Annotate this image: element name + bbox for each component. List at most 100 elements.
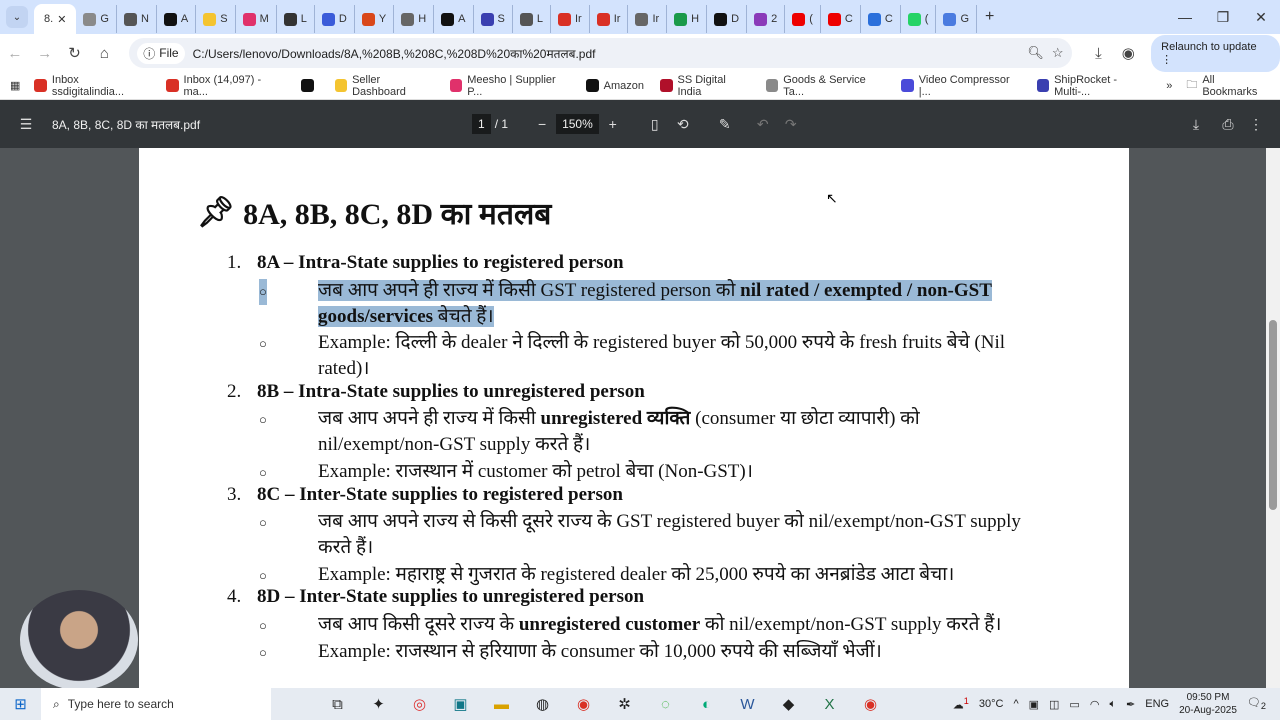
camera-icon[interactable]: ◫	[1049, 698, 1059, 711]
browser-tab[interactable]: G	[76, 5, 117, 33]
download-icon[interactable]: ⤓	[1084, 45, 1114, 62]
maximize-icon[interactable]: ❐	[1204, 9, 1242, 26]
browser-tab[interactable]: H	[667, 5, 708, 33]
close-tab-icon[interactable]: ✕	[57, 13, 66, 26]
copilot-icon[interactable]: ✦	[358, 695, 399, 713]
browser-tab[interactable]: M	[236, 5, 277, 33]
browser-tab[interactable]: D	[315, 5, 355, 33]
taskbar-search[interactable]: ⌕ Type here to search	[41, 688, 271, 720]
bookmark-item[interactable]: Goods & Service Ta...	[765, 74, 886, 98]
edge-icon[interactable]: ◐	[686, 696, 727, 713]
language-indicator[interactable]: ENG	[1145, 698, 1169, 710]
pdf-page: 📌︎ 8A, 8B, 8C, 8D का मतलब 1. 8A – Intra-St…	[139, 148, 1129, 688]
terminal-icon[interactable]: ▣	[440, 695, 481, 713]
browser-tab[interactable]: L	[277, 5, 315, 33]
browser-tab[interactable]: Ir	[551, 5, 590, 33]
browser-tab[interactable]: L	[513, 5, 551, 33]
browser-tab[interactable]: Ir	[590, 5, 629, 33]
all-bookmarks-button[interactable]: 🗀 All Bookmarks	[1186, 74, 1280, 98]
task-view-icon[interactable]: ⧉	[317, 696, 358, 713]
scrollbar-thumb[interactable]	[1269, 320, 1277, 510]
annotate-icon[interactable]: ✎	[711, 116, 739, 133]
profile-avatar[interactable]: ◉	[1113, 44, 1143, 62]
bookmark-item[interactable]	[300, 74, 319, 98]
close-window-icon[interactable]: ✕	[1242, 9, 1280, 26]
clock[interactable]: 09:50 PM 20-Aug-2025	[1179, 691, 1237, 717]
browser-tab[interactable]: H	[394, 5, 435, 33]
browser-tab[interactable]: A	[157, 5, 197, 33]
chrome-icon[interactable]: ◉	[563, 695, 604, 713]
tab-favicon-icon	[943, 12, 957, 26]
app-icon[interactable]: ◌	[645, 696, 686, 713]
volume-icon[interactable]: 🔈︎	[1109, 698, 1116, 711]
app-icon[interactable]: ◎	[399, 695, 440, 713]
excel-icon[interactable]: X	[809, 696, 850, 713]
show-hidden-icons[interactable]: ^	[1013, 698, 1018, 710]
bookmark-star-icon[interactable]: ☆	[1052, 45, 1064, 61]
bookmark-item[interactable]: SS Digital India	[660, 74, 750, 98]
browser-tab[interactable]: S	[196, 5, 236, 33]
bookmark-item[interactable]: Inbox (14,097) - ma...	[166, 74, 285, 98]
weather-temp[interactable]: 30°C	[979, 698, 1004, 710]
zoom-icon[interactable]: 🔍︎	[1027, 45, 1044, 61]
browser-tab[interactable]: Y	[355, 5, 395, 33]
battery-icon[interactable]: ▭	[1069, 698, 1079, 711]
zoom-in-icon[interactable]: +	[599, 116, 627, 132]
site-info-chip[interactable]: ⓘ File	[137, 42, 185, 64]
bookmark-item[interactable]: Inbox ssdigitalindia...	[34, 74, 150, 98]
more-bookmarks-button[interactable]: »	[1166, 80, 1172, 92]
pen-icon[interactable]: ✒	[1126, 698, 1135, 711]
rotate-icon[interactable]: ⟲	[669, 116, 697, 133]
app-icon[interactable]: ◍	[522, 695, 563, 713]
weather-icon[interactable]: ☁1	[953, 696, 969, 712]
chrome-icon[interactable]: ◉	[850, 695, 891, 713]
browser-tab[interactable]: 2	[747, 5, 786, 33]
notifications-icon[interactable]: 🗨2	[1247, 696, 1266, 711]
windows-start-icon[interactable]: ⊞	[0, 695, 41, 713]
browser-tab[interactable]: S	[474, 5, 513, 33]
browser-tab[interactable]: Ir	[628, 5, 668, 33]
browser-tab[interactable]: G	[936, 5, 978, 33]
browser-tab[interactable]: A	[434, 5, 474, 33]
zoom-level-input[interactable]: 150%	[556, 114, 599, 134]
new-tab-button[interactable]: +	[977, 8, 1002, 26]
more-options-icon[interactable]: ⋮	[1242, 116, 1270, 133]
page-number-input[interactable]: 1	[472, 114, 491, 134]
tab-active[interactable]: 8. ✕	[34, 4, 77, 34]
browser-tab[interactable]: D	[707, 5, 748, 33]
home-icon[interactable]: ⌂	[89, 45, 119, 62]
bookmark-item[interactable]: Video Compressor |...	[901, 74, 1020, 98]
browser-tab[interactable]: C	[861, 5, 901, 33]
scrollbar[interactable]	[1266, 148, 1280, 688]
browser-tab[interactable]: (	[901, 5, 937, 33]
menu-icon[interactable]: ☰	[12, 116, 40, 133]
app-icon[interactable]: ✲	[604, 695, 645, 713]
forward-icon[interactable]: →	[30, 45, 60, 62]
file-explorer-icon[interactable]: ▬	[481, 696, 522, 713]
url-text[interactable]: C:/Users/lenovo/Downloads/8A,%208B,%208C…	[193, 45, 1020, 62]
download-pdf-icon[interactable]: ⤓	[1182, 116, 1210, 133]
apps-grid-icon[interactable]: ▦	[10, 79, 20, 92]
browser-tab[interactable]: C	[821, 5, 861, 33]
bookmark-item[interactable]: Amazon	[585, 74, 644, 98]
zoom-out-icon[interactable]: −	[528, 116, 556, 132]
fit-page-icon[interactable]: ▯	[641, 116, 669, 133]
word-icon[interactable]: W	[727, 696, 768, 713]
app-icon[interactable]: ◆	[768, 695, 809, 713]
bookmark-item[interactable]: ShipRocket - Multi-...	[1036, 74, 1153, 98]
relaunch-button[interactable]: Relaunch to update ⋮	[1151, 34, 1280, 72]
undo-icon[interactable]: ↶	[749, 116, 777, 133]
bookmark-item[interactable]: Seller Dashboard	[334, 74, 434, 98]
redo-icon[interactable]: ↷	[777, 116, 805, 133]
print-icon[interactable]: ⎙	[1214, 116, 1242, 133]
meet-icon[interactable]: ▣	[1029, 698, 1039, 711]
back-icon[interactable]: ←	[0, 45, 30, 62]
browser-tab[interactable]: (	[785, 5, 821, 33]
browser-tab[interactable]: N	[117, 5, 157, 33]
wifi-icon[interactable]: ◠	[1090, 698, 1100, 711]
reload-icon[interactable]: ↻	[60, 44, 90, 62]
bookmark-item[interactable]: Meesho | Supplier P...	[449, 74, 570, 98]
address-bar[interactable]: ⓘ File C:/Users/lenovo/Downloads/8A,%208B…	[129, 38, 1072, 68]
tab-search-button[interactable]: ⌄	[6, 6, 28, 28]
minimize-icon[interactable]: —	[1166, 9, 1204, 26]
